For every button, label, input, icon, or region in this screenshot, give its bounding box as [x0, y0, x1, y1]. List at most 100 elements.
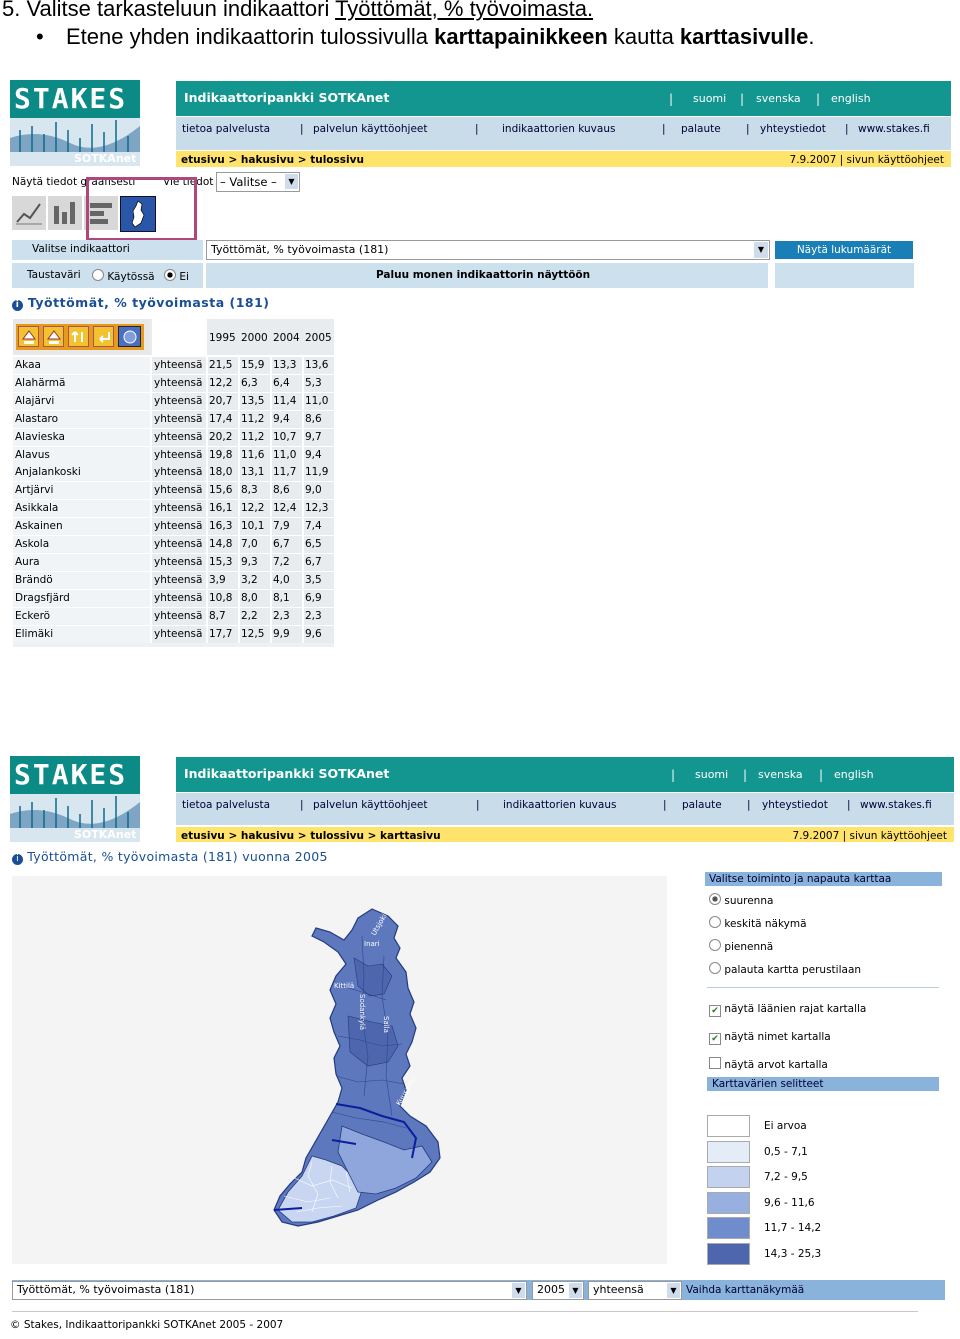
- lang-english[interactable]: english: [834, 768, 874, 781]
- empty-cell: [775, 263, 914, 288]
- nav-contact[interactable]: yhteystiedot: [760, 123, 826, 135]
- value-cell: 3,5: [305, 573, 322, 586]
- return-multi-indicator[interactable]: Paluu monen indikaattorin näyttöön: [206, 263, 768, 288]
- panel-title: Valitse toiminto ja napauta karttaa: [705, 872, 942, 886]
- group-cell: yhteensä: [154, 394, 203, 407]
- lang-suomi[interactable]: suomi: [695, 768, 728, 781]
- breadcrumb: etusivu > hakusivu > tulossivu 7.9.2007 …: [176, 151, 951, 167]
- nav-guide[interactable]: palvelun käyttöohjeet: [313, 123, 428, 135]
- lang-svenska[interactable]: svenska: [756, 92, 801, 105]
- nav-feedback[interactable]: palaute: [681, 123, 721, 135]
- nav-indicators[interactable]: indikaattorien kuvaus: [503, 799, 616, 811]
- value-cell: 7,2: [273, 555, 290, 568]
- value-cell: 8,7: [209, 609, 226, 622]
- indicator-select[interactable]: Työttömät, % työvoimasta (181) ▼: [12, 1281, 527, 1300]
- municipality-cell: Alavieska: [15, 430, 65, 443]
- group-cell: yhteensä: [154, 448, 203, 461]
- bar-chart-button[interactable]: [48, 196, 82, 230]
- value-cell: 8,1: [273, 591, 290, 604]
- table-row: Asikkala yhteensä 16,1 12,2 12,4 12,3: [13, 500, 334, 519]
- show-borders-checkbox[interactable]: ✔ näytä läänien rajat kartalla: [709, 1003, 866, 1017]
- indicator-select[interactable]: Työttömät, % työvoimasta (181) ▼: [206, 240, 770, 260]
- value-cell: 6,7: [273, 538, 290, 550]
- lang-svenska[interactable]: svenska: [758, 768, 803, 781]
- legend-swatch: [707, 1243, 750, 1265]
- checkmark-icon: ✔: [709, 1033, 721, 1045]
- crumb-search[interactable]: hakusivu: [241, 830, 294, 842]
- value-cell: 10,1: [241, 520, 265, 533]
- group-cell: yhteensä: [154, 520, 203, 533]
- legend-label: 7,2 - 9,5: [764, 1171, 808, 1184]
- help-link[interactable]: sivun käyttöohjeet: [847, 154, 944, 166]
- group-cell: yhteensä: [154, 627, 203, 640]
- municipality-cell: Alahärmä: [15, 376, 66, 389]
- year-select[interactable]: 2005 ▼: [532, 1281, 584, 1300]
- table-row: Akaa yhteensä 21,5 15,9 13,3 13,6: [13, 357, 334, 375]
- map-title: i Työttömät, % työvoimasta (181) vuonna …: [12, 849, 328, 865]
- nav-feedback[interactable]: palaute: [682, 799, 722, 811]
- crumb-home[interactable]: etusivu: [181, 154, 225, 166]
- crumb-home[interactable]: etusivu: [181, 830, 225, 842]
- sex-select[interactable]: yhteensä ▼: [588, 1281, 682, 1300]
- crumb-map: karttasivu: [380, 830, 441, 842]
- bg-off-radio[interactable]: Ei: [164, 269, 189, 283]
- value-cell: 19,8: [209, 448, 233, 461]
- value-cell: 2,3: [273, 609, 290, 622]
- lang-suomi[interactable]: suomi: [693, 92, 726, 105]
- center-view-radio[interactable]: keskitä näkymä: [709, 916, 807, 930]
- export-select[interactable]: – Valitse – ▼: [216, 172, 300, 192]
- nav-contact[interactable]: yhteystiedot: [762, 799, 828, 811]
- value-cell: 9,3: [241, 555, 258, 568]
- change-view-button[interactable]: Vaihda karttanäkymää: [686, 1284, 804, 1296]
- value-cell: 13,6: [305, 359, 329, 371]
- value-cell: 9,7: [305, 430, 322, 443]
- stakes-logo[interactable]: STAKES SOTKAnet: [10, 756, 140, 843]
- help-link[interactable]: sivun käyttöohjeet: [850, 830, 947, 842]
- nav-stakes[interactable]: www.stakes.fi: [860, 799, 932, 811]
- nav-stakes[interactable]: www.stakes.fi: [858, 123, 930, 135]
- nav-about[interactable]: tietoa palvelusta: [182, 123, 270, 135]
- group-cell: yhteensä: [154, 430, 203, 443]
- step-bullet: • Etene yhden indikaattorin tulossivulla …: [36, 24, 815, 49]
- map-canvas[interactable]: Utsjoki Inari Kittilä Sodankylä Salla Ku…: [12, 876, 667, 1264]
- globe-icon[interactable]: [118, 326, 141, 347]
- back-arrow-icon[interactable]: [93, 326, 114, 347]
- value-cell: 6,4: [273, 376, 290, 389]
- value-cell: 17,4: [209, 412, 233, 425]
- value-cell: 8,0: [241, 591, 258, 604]
- stakes-logo[interactable]: STAKES SOTKAnet: [10, 80, 140, 167]
- sort-down-icon[interactable]: [43, 326, 64, 347]
- zoom-in-radio[interactable]: suurenna: [709, 893, 773, 907]
- map-controls-bar: Työttömät, % työvoimasta (181) ▼ 2005 ▼ …: [12, 1280, 945, 1300]
- lang-english[interactable]: english: [831, 92, 871, 105]
- sort-up-icon[interactable]: [18, 326, 39, 347]
- nav-about[interactable]: tietoa palvelusta: [182, 799, 270, 811]
- bg-on-radio[interactable]: Käytössä: [92, 269, 155, 283]
- value-cell: 13,1: [241, 466, 265, 479]
- value-cell: 14,8: [209, 538, 233, 550]
- crumb-search[interactable]: hakusivu: [241, 154, 294, 166]
- show-counts-button[interactable]: Näytä lukumäärät: [775, 241, 913, 259]
- value-cell: 11,0: [273, 448, 297, 461]
- line-chart-button[interactable]: [12, 196, 46, 230]
- map-label: Sodankylä: [358, 994, 366, 1030]
- select-indicator-label: Valitse indikaattori: [12, 240, 203, 260]
- sort-icon[interactable]: [68, 326, 89, 347]
- municipality-cell: Anjalankoski: [15, 466, 81, 479]
- nav-guide[interactable]: palvelun käyttöohjeet: [313, 799, 428, 811]
- nav-indicators[interactable]: indikaattorien kuvaus: [502, 123, 615, 135]
- reset-map-radio[interactable]: palauta kartta perustilaan: [709, 962, 861, 976]
- table-row: Brändö yhteensä 3,9 3,2 4,0 3,5: [13, 571, 334, 590]
- value-cell: 8,3: [241, 484, 258, 497]
- footer: © Stakes, Indikaattoripankki SOTKAnet 20…: [10, 1319, 284, 1331]
- legend-swatch: [707, 1191, 750, 1214]
- group-cell: yhteensä: [154, 591, 203, 604]
- show-names-checkbox[interactable]: ✔ näytä nimet kartalla: [709, 1031, 831, 1045]
- crumb-results[interactable]: tulossivu: [310, 830, 364, 842]
- map-label: Inari: [364, 940, 380, 948]
- info-icon: i: [12, 300, 23, 311]
- legend-label: Ei arvoa: [764, 1120, 807, 1132]
- show-values-checkbox[interactable]: näytä arvot kartalla: [709, 1057, 828, 1071]
- municipality-cell: Artjärvi: [15, 484, 54, 497]
- zoom-out-radio[interactable]: pienennä: [709, 939, 773, 953]
